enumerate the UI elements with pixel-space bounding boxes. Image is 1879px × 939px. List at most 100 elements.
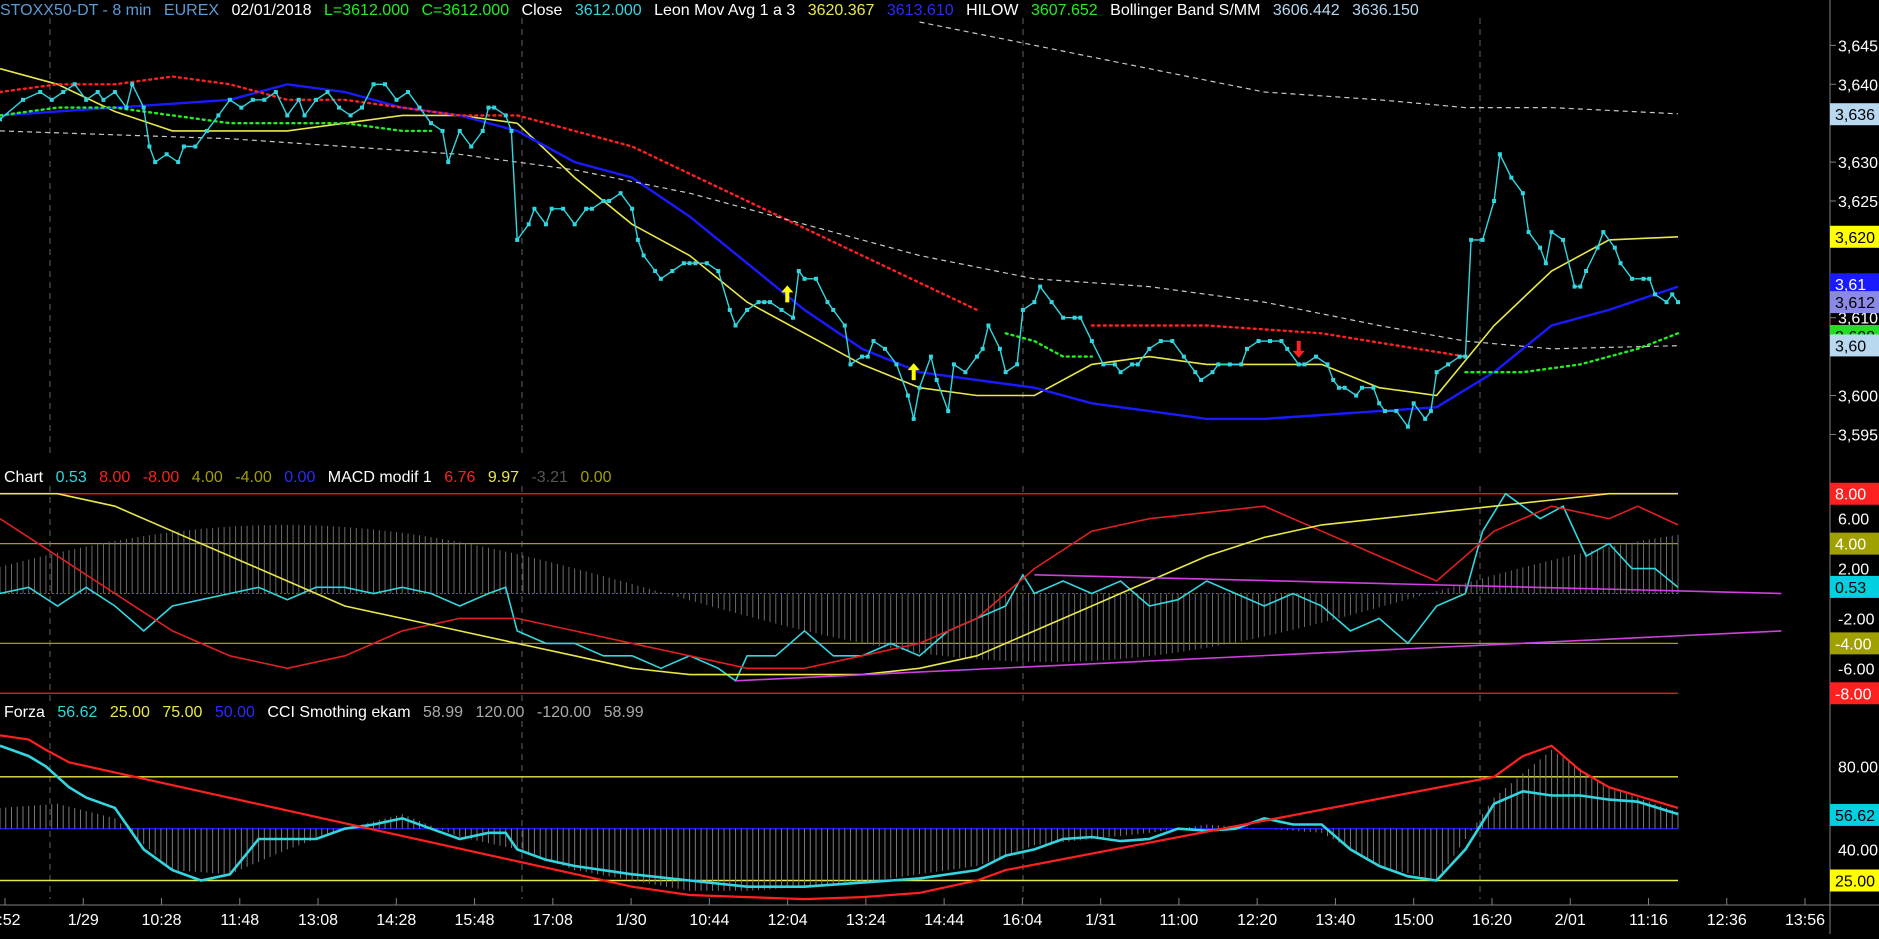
close-price-marker xyxy=(1302,362,1307,367)
close-price-marker xyxy=(1382,409,1387,414)
close-price-marker xyxy=(986,323,991,328)
close-price-marker xyxy=(831,307,836,312)
x-tick-label: 15:00 xyxy=(1394,912,1434,929)
close-price-marker xyxy=(84,97,89,102)
close-price-marker xyxy=(1463,354,1468,359)
close-price-marker xyxy=(825,300,830,305)
close-price-marker xyxy=(440,128,445,133)
price-panel-header: STOXX50-DT - 8 min EUREX 02/01/2018 L=36… xyxy=(0,0,1427,22)
close-price-marker xyxy=(20,97,25,102)
close-price-marker xyxy=(704,261,709,266)
close-price-marker xyxy=(865,354,870,359)
sell-arrow-icon xyxy=(1292,340,1305,358)
close-price-marker xyxy=(112,90,117,95)
close-price-marker xyxy=(227,97,232,102)
macd-header-value-1: 0.53 xyxy=(55,469,87,486)
close-price-marker xyxy=(572,222,577,227)
forza-y-tick-label: 80.00 xyxy=(1838,759,1878,776)
x-tick-label: 11:00 xyxy=(1159,912,1198,929)
macd-trend-line xyxy=(735,630,1782,682)
close-price-marker xyxy=(371,82,376,87)
close-price-marker xyxy=(1411,401,1416,406)
close-price-marker xyxy=(515,237,520,242)
close-price-marker xyxy=(842,323,847,328)
macd-header-value-6: 0.00 xyxy=(284,469,316,486)
close-price-marker xyxy=(1584,269,1589,274)
close-price-marker xyxy=(1509,175,1514,180)
x-tick-label: 10:28 xyxy=(141,912,181,929)
close-price-marker xyxy=(1038,284,1043,289)
mov-avg-value-1: 3620.367 xyxy=(807,2,875,19)
close-price-marker xyxy=(1245,346,1250,351)
close-price-marker xyxy=(38,90,43,95)
x-tick-label: 12:20 xyxy=(1237,912,1277,929)
close-price-marker xyxy=(164,152,169,157)
macd-value-2: 9.97 xyxy=(487,469,520,486)
close-price-marker xyxy=(1434,370,1439,375)
close-price-marker xyxy=(1618,261,1623,266)
close-price-marker xyxy=(1641,276,1646,281)
close-price-marker xyxy=(406,90,411,95)
close-price-marker xyxy=(1371,385,1376,390)
close-price-marker xyxy=(239,105,244,110)
close-price-marker xyxy=(561,206,566,211)
close-price-marker xyxy=(1526,230,1531,235)
close-price-marker xyxy=(1072,315,1077,320)
close-price-marker xyxy=(1032,300,1037,305)
close-price-marker xyxy=(618,191,623,196)
x-tick-label: 1/29 xyxy=(68,912,99,929)
close-price-marker xyxy=(1239,362,1244,367)
x-tick-label: 6:52 xyxy=(0,912,21,929)
close-price-marker xyxy=(917,385,922,390)
close-price-marker xyxy=(486,105,491,110)
close-price-marker xyxy=(296,97,301,102)
forza-value-1: 56.62 xyxy=(57,704,98,721)
x-tick-label: 15:48 xyxy=(455,912,495,929)
close-price-marker xyxy=(1595,245,1600,250)
close-price-marker xyxy=(1181,354,1186,359)
close-price-marker xyxy=(285,113,290,118)
close-price-marker xyxy=(492,105,497,110)
macd-y-tick-label: -2.00 xyxy=(1838,611,1875,628)
close-price-marker xyxy=(250,97,255,102)
close-price-marker xyxy=(549,206,554,211)
close-price-marker xyxy=(1210,370,1215,375)
macd-series-line xyxy=(0,505,1679,670)
forza-y-tick-label: 40.00 xyxy=(1838,842,1878,859)
symbol-label: STOXX50-DT - 8 min xyxy=(0,2,152,19)
close-price-marker xyxy=(0,117,2,122)
close-price-marker xyxy=(1049,300,1054,305)
close-price-marker xyxy=(630,206,635,211)
close-price-marker xyxy=(1549,230,1554,235)
close-price-marker xyxy=(417,105,422,110)
x-tick-label: 10:44 xyxy=(689,912,729,929)
close-price-marker xyxy=(670,269,675,274)
close-price-marker xyxy=(1158,339,1163,344)
close-price-marker xyxy=(693,261,698,266)
macd-header-value-5: -4.00 xyxy=(235,469,272,486)
close-price-marker xyxy=(1147,346,1152,351)
macd-value-4: 0.00 xyxy=(580,469,612,486)
close-price-marker xyxy=(1405,424,1410,429)
close-price-marker xyxy=(911,416,916,421)
macd-y-tick-label: 6.00 xyxy=(1838,512,1869,529)
close-price-marker xyxy=(428,121,433,126)
close-price-marker xyxy=(1561,237,1566,242)
chart-stage[interactable]: 6:52 1/29 10:28 11:48 13:08 14:28 15:48 17:08 1/… xyxy=(0,0,1879,934)
close-price-marker xyxy=(95,90,100,95)
forza-value-2: 25.00 xyxy=(109,704,150,721)
bb-value-2: 3636.150 xyxy=(1352,2,1419,19)
close-price-marker xyxy=(1653,292,1658,297)
x-tick-label: 12:04 xyxy=(768,912,808,929)
close-price-marker xyxy=(1078,315,1083,320)
close-price-marker xyxy=(1336,385,1341,390)
price-y-tick-label: 3,630 xyxy=(1838,155,1878,172)
close-price-marker xyxy=(204,128,209,133)
close-price-marker xyxy=(974,354,979,359)
close-price-marker xyxy=(658,276,663,281)
close-price-marker xyxy=(532,206,537,211)
close-price-marker xyxy=(1296,362,1301,367)
close-price-marker xyxy=(1089,339,1094,344)
close-price-marker xyxy=(1578,284,1583,289)
close-price-marker xyxy=(733,323,738,328)
